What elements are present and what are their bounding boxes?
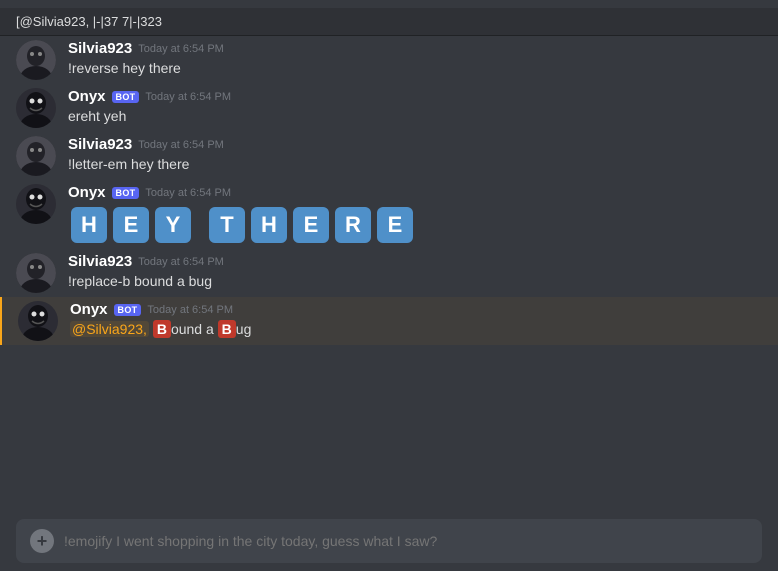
replace-b2: B: [218, 320, 236, 338]
username: Onyx: [70, 301, 108, 318]
message-group-highlighted: Onyx BOT Today at 6:54 PM @Silvia923, Bo…: [0, 297, 778, 345]
letter-box-H2: H: [251, 207, 287, 243]
bot-badge: BOT: [112, 91, 140, 103]
message-content: Silvia923 Today at 6:54 PM !reverse hey …: [68, 40, 762, 78]
avatar: [16, 40, 56, 80]
username: Silvia923: [68, 253, 132, 270]
letter-box-E: E: [113, 207, 149, 243]
plus-icon: +: [37, 532, 48, 550]
message-header: Silvia923 Today at 6:54 PM: [68, 136, 762, 153]
message-group: Silvia923 Today at 6:54 PM !letter-em he…: [0, 132, 778, 180]
avatar: [16, 136, 56, 176]
message-group: Onyx BOT Today at 6:54 PM ereht yeh: [0, 84, 778, 132]
rest1: ound a: [171, 321, 218, 337]
add-button[interactable]: +: [30, 529, 54, 553]
bot-badge: BOT: [112, 187, 140, 199]
timestamp: Today at 6:54 PM: [138, 43, 224, 55]
avatar: [16, 88, 56, 128]
replace-message: @Silvia923, Bound a Bug: [70, 320, 762, 339]
message-text: !reverse hey there: [68, 59, 762, 78]
timestamp: Today at 6:54 PM: [138, 256, 224, 268]
timestamp: Today at 6:54 PM: [138, 139, 224, 151]
letter-boxes-row: H E Y T H E R E: [68, 205, 762, 245]
avatar: [16, 253, 56, 293]
letter-box-Y: Y: [155, 207, 191, 243]
message-text: ereht yeh: [68, 107, 762, 126]
message-content: Onyx BOT Today at 6:54 PM H E Y T H E R …: [68, 184, 762, 245]
message-content: Silvia923 Today at 6:54 PM !letter-em he…: [68, 136, 762, 174]
pinned-message: [@Silvia923, |-|37 7|-|323: [0, 8, 778, 36]
username: Silvia923: [68, 136, 132, 153]
message-text: !replace-b bound a bug: [68, 272, 762, 291]
message-group: Onyx BOT Today at 6:54 PM H E Y T H E R …: [0, 180, 778, 249]
message-header: Onyx BOT Today at 6:54 PM: [68, 184, 762, 201]
bot-badge: BOT: [114, 304, 142, 316]
message-group: Silvia923 Today at 6:54 PM !replace-b bo…: [0, 249, 778, 297]
letter-box-T: T: [209, 207, 245, 243]
avatar: [16, 184, 56, 224]
message-input[interactable]: [64, 533, 748, 549]
letter-box-H: H: [71, 207, 107, 243]
message-group: Silvia923 Today at 6:54 PM !reverse hey …: [0, 36, 778, 84]
pinned-text: [@Silvia923, |-|37 7|-|323: [16, 14, 162, 29]
rest2: ug: [236, 321, 252, 337]
message-header: Onyx BOT Today at 6:54 PM: [70, 301, 762, 318]
message-text: !letter-em hey there: [68, 155, 762, 174]
username: Onyx: [68, 88, 106, 105]
message-header: Silvia923 Today at 6:54 PM: [68, 253, 762, 270]
message-content: Onyx BOT Today at 6:54 PM ereht yeh: [68, 88, 762, 126]
letter-box-E2: E: [293, 207, 329, 243]
message-header: Onyx BOT Today at 6:54 PM: [68, 88, 762, 105]
input-area: +: [16, 519, 762, 563]
mention[interactable]: @Silvia923,: [70, 321, 149, 337]
message-content: Onyx BOT Today at 6:54 PM @Silvia923, Bo…: [70, 301, 762, 339]
timestamp: Today at 6:54 PM: [147, 304, 233, 316]
message-content: Silvia923 Today at 6:54 PM !replace-b bo…: [68, 253, 762, 291]
message-header: Silvia923 Today at 6:54 PM: [68, 40, 762, 57]
username: Onyx: [68, 184, 106, 201]
username: Silvia923: [68, 40, 132, 57]
timestamp: Today at 6:54 PM: [145, 91, 231, 103]
letter-box-R: R: [335, 207, 371, 243]
messages-area: [@Silvia923, |-|37 7|-|323 Silvia923 Tod…: [0, 0, 778, 511]
replace-b1: B: [153, 320, 171, 338]
timestamp: Today at 6:54 PM: [145, 187, 231, 199]
letter-box-E3: E: [377, 207, 413, 243]
avatar: [18, 301, 58, 341]
